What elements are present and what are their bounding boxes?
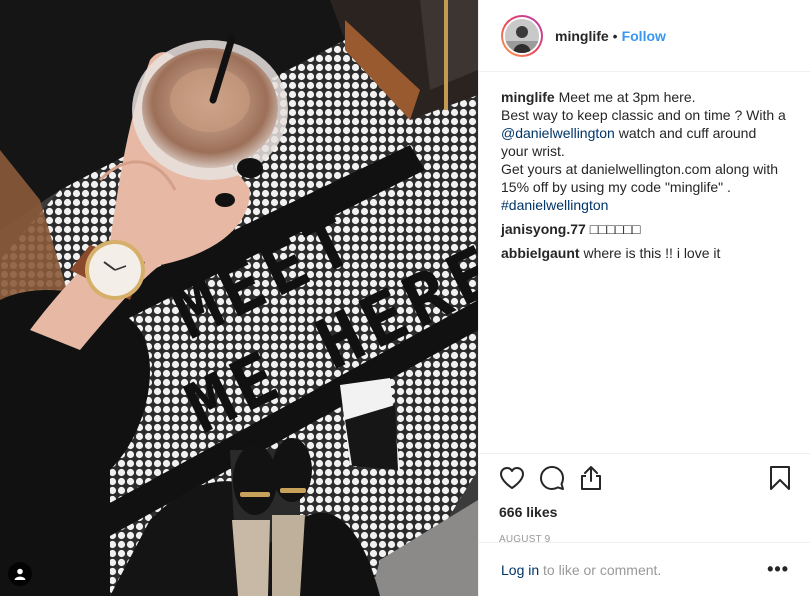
- separator-dot: •: [612, 27, 618, 44]
- caption-line4: your wrist.: [501, 143, 565, 159]
- share-button[interactable]: [579, 458, 619, 498]
- comment-text: where is this !! i love it: [583, 245, 721, 261]
- caption-username[interactable]: minglife: [501, 89, 555, 105]
- mention-link[interactable]: @danielwellington: [501, 125, 615, 141]
- caption-line6: 15% off by using my code "minglife" .: [501, 179, 731, 195]
- action-icons-row: [499, 456, 791, 500]
- login-link[interactable]: Log in: [501, 562, 539, 578]
- comments-section: minglife Meet me at 3pm here. Best way t…: [479, 72, 810, 262]
- comment-username[interactable]: janisyong.77: [501, 221, 586, 237]
- follow-button[interactable]: Follow: [622, 28, 666, 44]
- comment-item: janisyong.77 □□□□□□: [501, 220, 788, 238]
- post-photo[interactable]: MEET ME HERE: [0, 0, 478, 596]
- photo-illustration: MEET ME HERE: [0, 0, 478, 596]
- save-button[interactable]: [751, 458, 791, 498]
- story-ring[interactable]: [501, 14, 543, 57]
- comment-username[interactable]: abbielgaunt: [501, 245, 580, 261]
- post-actions: 666 likes AUGUST 9: [479, 453, 810, 545]
- share-icon: [581, 466, 601, 490]
- like-button[interactable]: [499, 458, 539, 498]
- caption: minglife Meet me at 3pm here. Best way t…: [501, 88, 788, 214]
- login-prompt-text: to like or comment.: [539, 561, 662, 578]
- comment-icon: [540, 466, 564, 490]
- post-details-panel: minglife • Follow minglife Meet me at 3p…: [478, 0, 810, 596]
- post-header: minglife • Follow: [479, 0, 810, 72]
- comment-text: □□□□□□: [589, 221, 641, 237]
- likes-count[interactable]: 666 likes: [499, 504, 791, 520]
- caption-line3: watch and cuff around: [614, 125, 757, 141]
- caption-line2: Best way to keep classic and on time ? W…: [501, 107, 786, 123]
- hashtag-link[interactable]: #danielwellington: [501, 196, 788, 214]
- caption-line5: Get yours at danielwellington.com along …: [501, 161, 779, 177]
- comment-button[interactable]: [539, 458, 579, 498]
- comment-item: abbielgaunt where is this !! i love it: [501, 244, 788, 262]
- login-prompt: Log in to like or comment. •••: [479, 542, 810, 596]
- bookmark-icon: [770, 466, 790, 490]
- user-icon: [14, 568, 26, 580]
- user-tag-button[interactable]: [8, 562, 32, 586]
- header-username[interactable]: minglife: [555, 28, 609, 44]
- avatar[interactable]: [505, 18, 539, 53]
- heart-icon: [500, 467, 524, 489]
- more-options-button[interactable]: •••: [767, 559, 789, 580]
- avatar-image: [505, 18, 539, 53]
- caption-line1: Meet me at 3pm here.: [558, 89, 696, 105]
